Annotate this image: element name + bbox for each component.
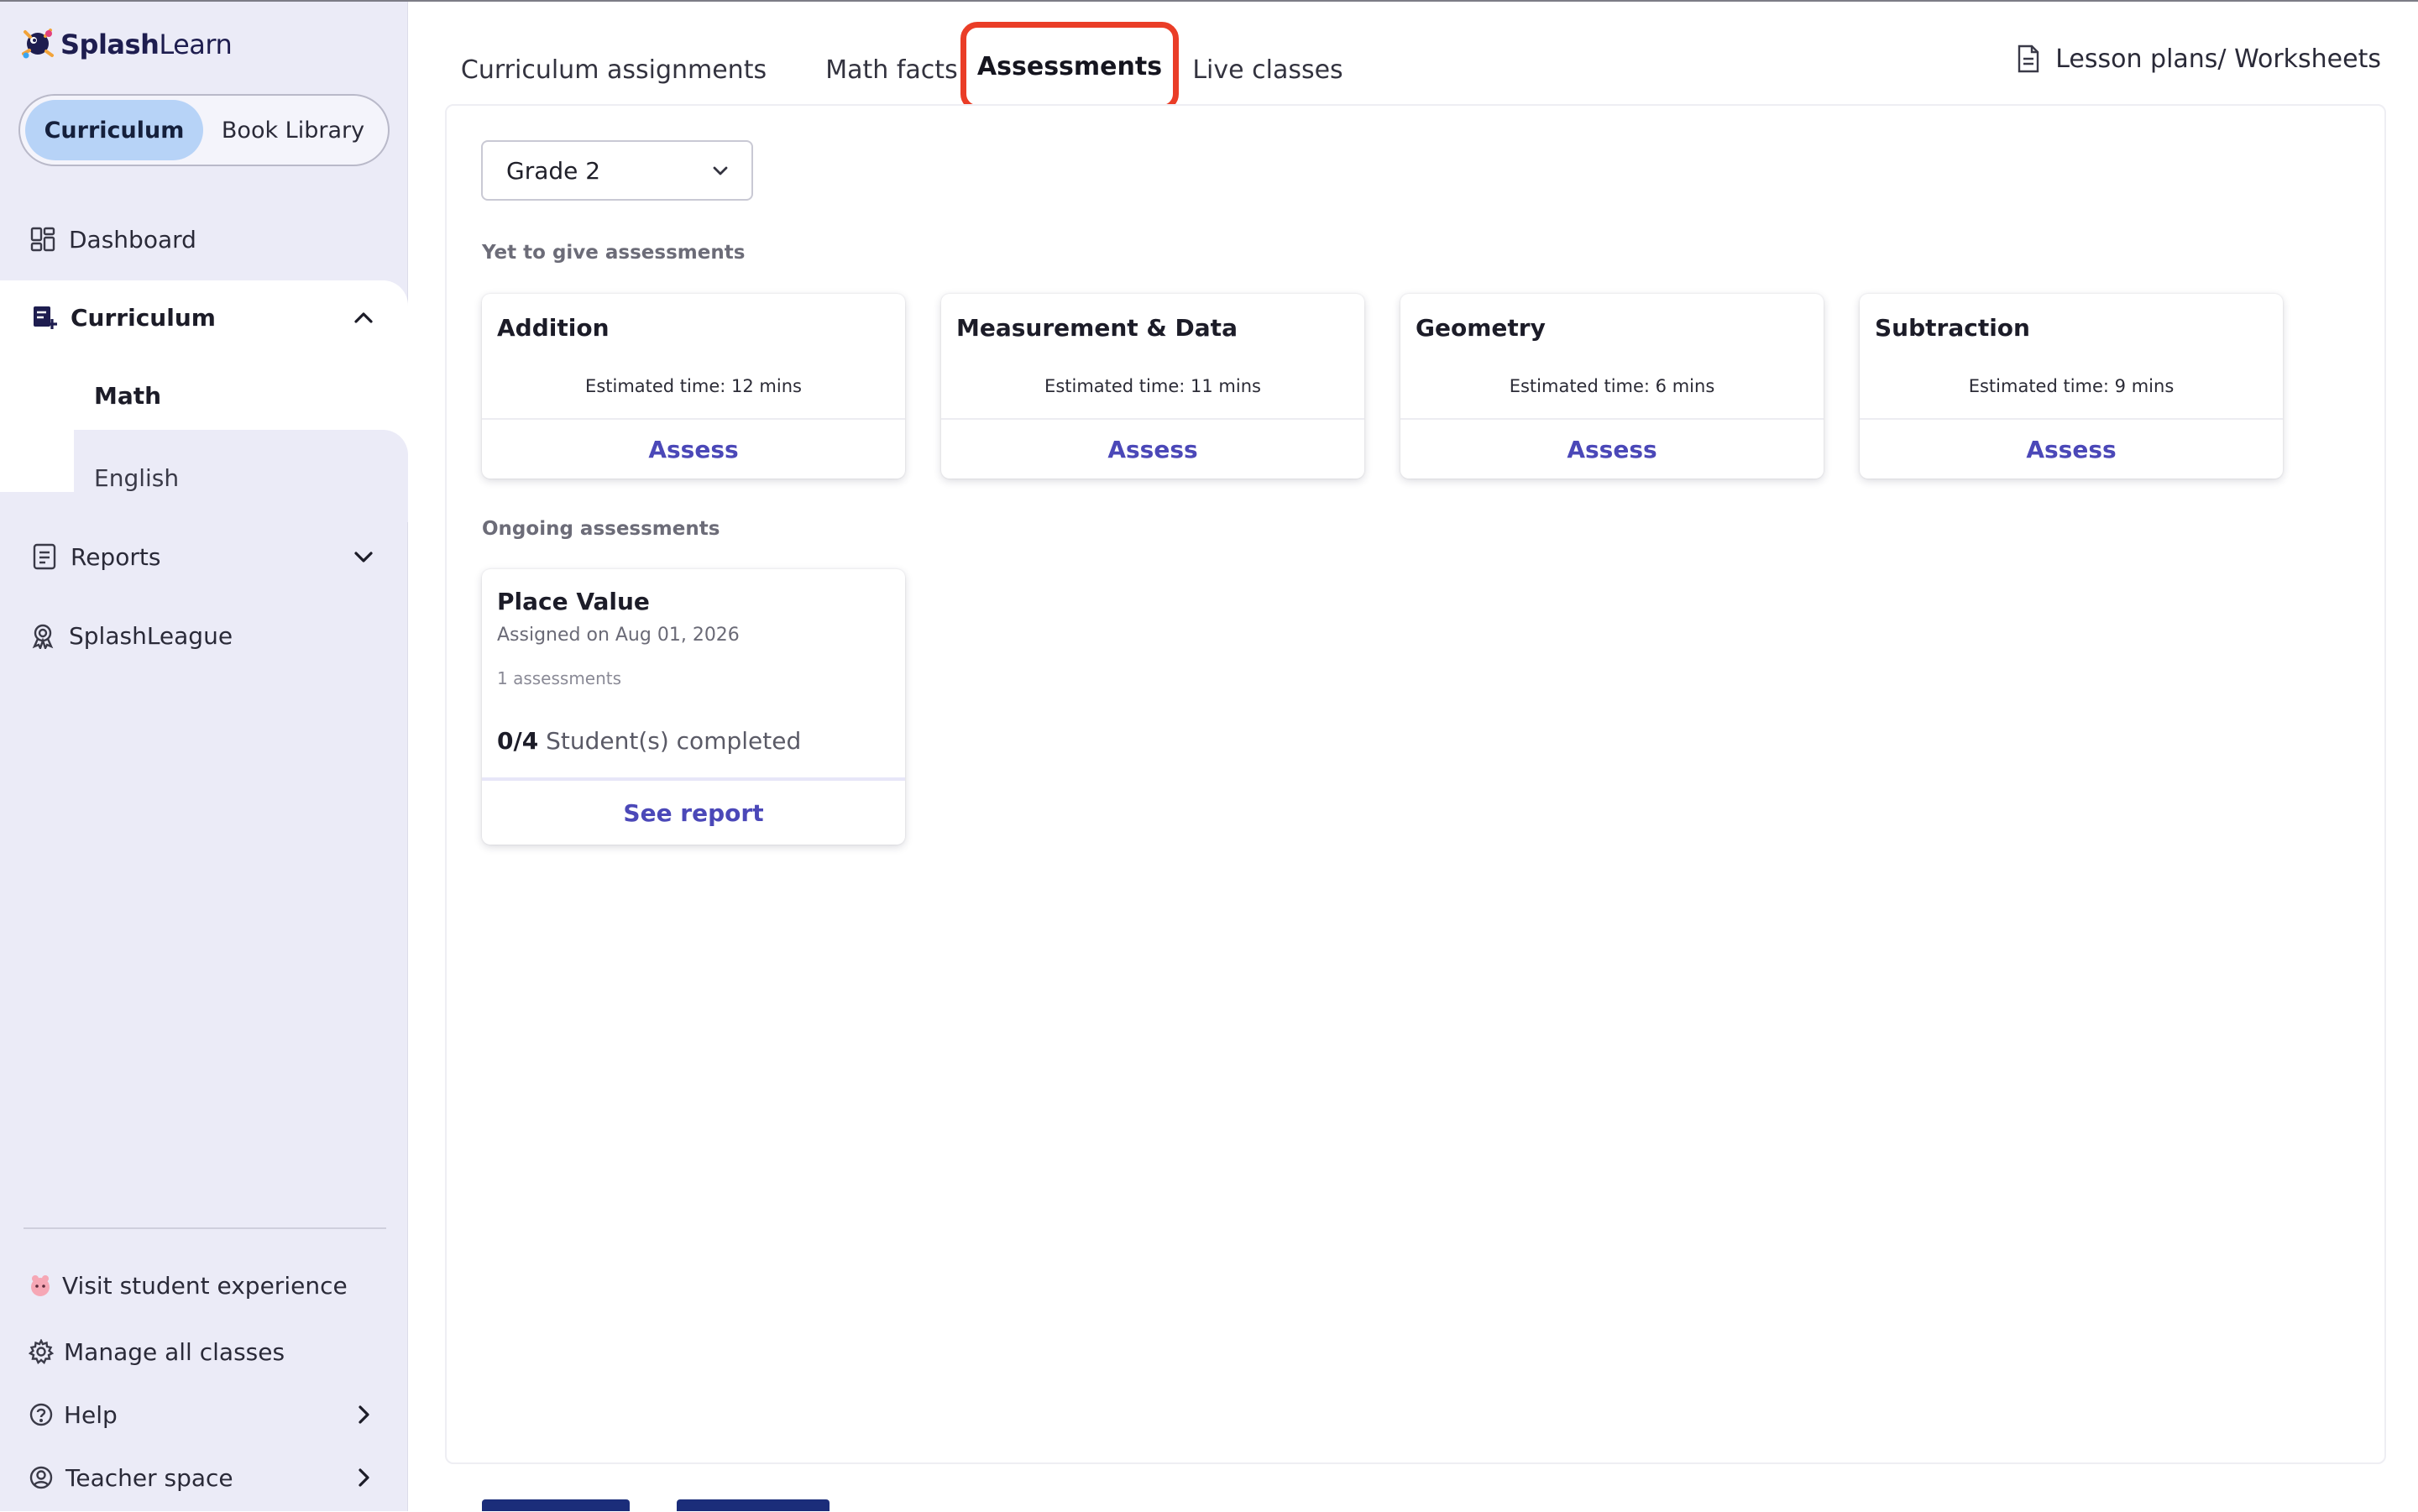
assessment-card: Geometry Estimated time: 6 mins Assess bbox=[1400, 294, 1824, 479]
assessment-count: 1 assessments bbox=[497, 668, 622, 688]
lesson-plans-label: Lesson plans/ Worksheets bbox=[2055, 44, 2381, 74]
sidebar-item-splashleague[interactable]: SplashLeague bbox=[0, 601, 408, 670]
splashlearn-logo-icon bbox=[22, 29, 54, 59]
visit-student-experience-link[interactable]: Visit student experience bbox=[0, 1251, 408, 1320]
card-estimated-time: Estimated time: 6 mins bbox=[1509, 376, 1715, 396]
ongoing-heading: Ongoing assessments bbox=[482, 518, 720, 540]
sidebar-item-curriculum[interactable]: Curriculum bbox=[0, 283, 408, 352]
card-title: Place Value bbox=[497, 588, 650, 615]
card-estimated-time: Estimated time: 9 mins bbox=[1968, 376, 2175, 396]
dashboard-icon bbox=[29, 225, 57, 254]
student-avatar-icon bbox=[29, 1271, 52, 1300]
logo-wordmark: SplashLearn bbox=[60, 29, 233, 60]
assess-button[interactable]: Assess bbox=[1400, 420, 1824, 479]
grade-dropdown-value: Grade 2 bbox=[506, 156, 601, 185]
sidebar-item-label: Manage all classes bbox=[64, 1337, 285, 1366]
tab-math-facts[interactable]: Math facts bbox=[804, 27, 979, 112]
card-title: Subtraction bbox=[1875, 314, 2030, 342]
ongoing-assessment-card: Place Value Assigned on Aug 01, 2026 1 a… bbox=[482, 569, 905, 845]
card-estimated-time: Estimated time: 11 mins bbox=[1044, 376, 1261, 396]
lesson-plans-worksheets-link[interactable]: Lesson plans/ Worksheets bbox=[2015, 44, 2381, 74]
sidebar-item-label: Teacher space bbox=[65, 1463, 233, 1492]
completion-count: 0/4 bbox=[497, 727, 539, 755]
see-report-button[interactable]: See report bbox=[482, 781, 905, 845]
tab-curriculum-assignments[interactable]: Curriculum assignments bbox=[461, 27, 767, 112]
chevron-right-icon[interactable] bbox=[349, 1400, 378, 1429]
sidebar-divider bbox=[24, 1227, 386, 1229]
segment-curriculum[interactable]: Curriculum bbox=[25, 100, 203, 160]
assess-button[interactable]: Assess bbox=[482, 420, 905, 479]
tab-live-classes[interactable]: Live classes bbox=[1192, 27, 1342, 112]
sidebar-item-label: Visit student experience bbox=[62, 1271, 348, 1300]
assess-button[interactable]: Assess bbox=[1860, 420, 2283, 479]
card-title: Measurement & Data bbox=[956, 314, 1238, 342]
sidebar-item-math[interactable]: Math bbox=[74, 358, 408, 433]
library-segmented-control: Curriculum Book Library bbox=[18, 94, 390, 166]
award-badge-image bbox=[482, 1499, 630, 1511]
sidebar-item-english[interactable]: English bbox=[74, 440, 408, 515]
gear-icon bbox=[29, 1337, 54, 1366]
assessment-card: Addition Estimated time: 12 mins Assess bbox=[482, 294, 905, 479]
tab-assessments[interactable]: Assessments bbox=[960, 22, 1179, 111]
curriculum-icon bbox=[30, 303, 59, 332]
sidebar-item-label: Curriculum bbox=[71, 303, 216, 332]
help-menu[interactable]: Help bbox=[0, 1380, 408, 1449]
document-icon bbox=[2018, 44, 2039, 73]
award-icon bbox=[29, 621, 57, 650]
sidebar-item-label: SplashLeague bbox=[69, 621, 233, 650]
manage-all-classes-link[interactable]: Manage all classes bbox=[0, 1317, 408, 1386]
sidebar-item-label: Dashboard bbox=[69, 225, 196, 254]
window-top-border bbox=[0, 0, 2418, 2]
completion-status: 0/4 Student(s) completed bbox=[497, 727, 801, 755]
segment-book-library[interactable]: Book Library bbox=[203, 100, 383, 160]
sidebar-item-label: Reports bbox=[71, 542, 161, 571]
grade-dropdown[interactable]: Grade 2 bbox=[481, 140, 753, 201]
assigned-date: Assigned on Aug 01, 2026 bbox=[497, 625, 740, 646]
sidebar-item-dashboard[interactable]: Dashboard bbox=[0, 205, 408, 274]
chevron-up-icon[interactable] bbox=[349, 303, 378, 332]
splashlearn-logo[interactable]: SplashLearn bbox=[18, 25, 233, 64]
yet-to-give-heading: Yet to give assessments bbox=[482, 242, 746, 264]
sidebar-item-reports[interactable]: Reports bbox=[0, 522, 408, 591]
assessment-card: Measurement & Data Estimated time: 11 mi… bbox=[941, 294, 1364, 479]
reports-icon bbox=[30, 542, 59, 571]
assess-button[interactable]: Assess bbox=[941, 420, 1364, 479]
sidebar-item-label: Help bbox=[64, 1400, 118, 1429]
card-estimated-time: Estimated time: 12 mins bbox=[585, 376, 802, 396]
chevron-down-icon[interactable] bbox=[349, 542, 378, 571]
card-title: Geometry bbox=[1416, 314, 1546, 342]
completion-label: Student(s) completed bbox=[538, 727, 802, 755]
assessment-card: Subtraction Estimated time: 9 mins Asses… bbox=[1860, 294, 2283, 479]
sidebar: SplashLearn Curriculum Book Library Dash… bbox=[0, 0, 408, 1511]
chevron-right-icon[interactable] bbox=[349, 1463, 378, 1492]
teacher-space-menu[interactable]: Teacher space bbox=[0, 1443, 408, 1512]
help-icon bbox=[29, 1400, 54, 1429]
award-badge-image bbox=[677, 1499, 830, 1511]
user-circle-icon bbox=[29, 1463, 54, 1492]
card-title: Addition bbox=[497, 314, 610, 342]
chevron-down-icon bbox=[713, 166, 728, 175]
